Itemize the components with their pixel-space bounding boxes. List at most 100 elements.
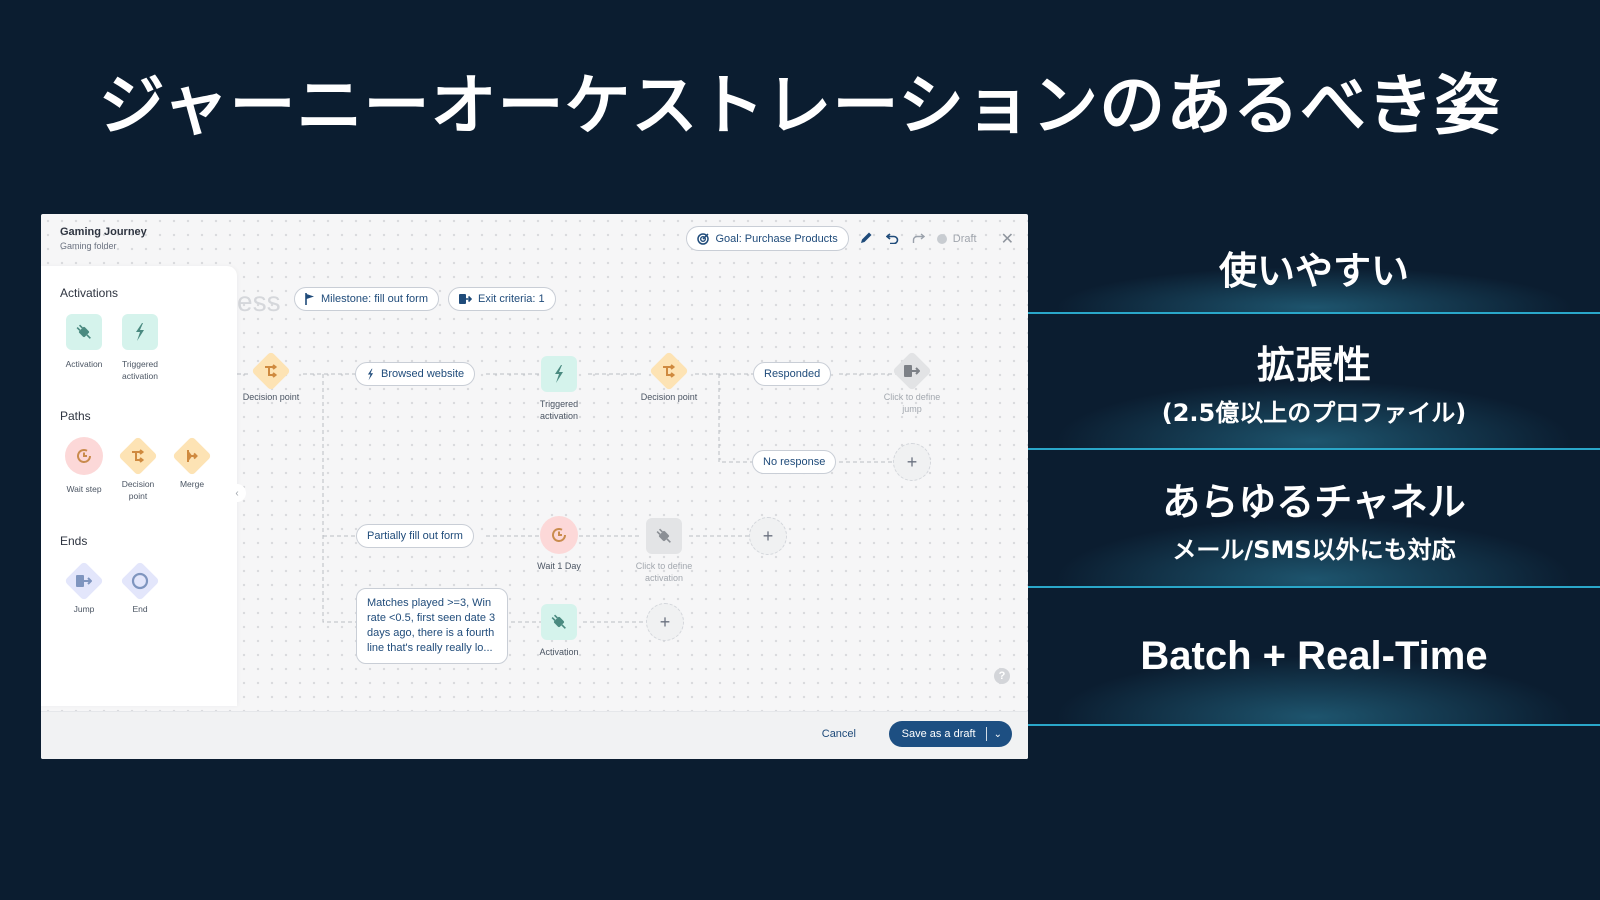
exit-criteria-label: Exit criteria: 1 [478,293,545,305]
top-toolbar: Goal: Purchase Products Draft ✕ [686,226,1014,251]
save-draft-button[interactable]: Save as a draft [889,728,986,740]
circle-icon [120,561,160,601]
cancel-button[interactable]: Cancel [822,728,856,740]
palette-section-activations: Activations Activation Triggered activat… [60,286,164,382]
footer-bar: Cancel Save as a draft ⌄ [41,711,1028,759]
palette-label: Triggered activation [121,359,159,381]
node-label: Click to define activation [635,561,693,583]
node-label: Decision point [640,392,698,402]
redo-icon[interactable] [911,231,927,247]
branch-label: Matches played >=3, Win rate <0.5, first… [367,597,496,654]
jump-placeholder-node[interactable]: Click to define jump [877,351,947,415]
feature-item: 拡張性 (2.5億以上のプロファイル) [1028,314,1600,450]
flag-icon [305,293,315,305]
status-label: Draft [952,232,977,245]
branch-no-response[interactable]: No response [752,450,837,474]
slide-title: ジャーニーオーケストレーションのあるべき姿 [98,67,1502,144]
split-arrow-icon [649,351,689,391]
milestone-button[interactable]: Milestone: fill out form [294,287,439,311]
feature-title: 拡張性 [1256,343,1371,387]
feature-item: あらゆるチャネル メール/SMS以外にも対応 [1028,450,1600,588]
node-label: Click to define jump [883,392,941,414]
lightning-icon [366,368,375,381]
feature-item: 使いやすい [1028,222,1600,314]
feature-title: あらゆるチャネル [1162,480,1466,524]
journey-header: Gaming Journey Gaming folder [60,226,147,251]
exit-criteria-button[interactable]: Exit criteria: 1 [448,287,556,311]
folder-name: Gaming folder [60,241,117,251]
branch-responded[interactable]: Responded [753,362,832,386]
branch-partially-fill-form[interactable]: Partially fill out form [356,524,474,548]
add-node-plus-icon[interactable]: + [749,517,787,555]
node-palette: Activations Activation Triggered activat… [41,266,237,706]
clock-icon [65,437,103,475]
triggered-activation-node[interactable]: Triggered activation [529,356,589,422]
exit-door-icon [64,561,104,601]
palette-item-wait-step[interactable]: Wait step [60,437,108,502]
feature-subtitle: (2.5億以上のプロファイル) [1161,399,1467,427]
branch-browsed-website[interactable]: Browsed website [355,362,476,386]
wait-step-node[interactable]: Wait 1 Day [529,516,589,572]
palette-item-activation[interactable]: Activation [60,314,108,382]
palette-heading: Ends [60,534,88,548]
journey-name: Gaming Journey [60,226,147,238]
branch-label: Responded [764,368,821,380]
feature-title: Batch + Real-Time [1140,633,1488,678]
palette-item-jump[interactable]: Jump [60,561,108,615]
palette-section-ends: Ends Jump End [60,534,164,615]
palette-item-end[interactable]: End [116,561,164,615]
add-node-plus-icon[interactable]: + [893,443,931,481]
split-arrow-icon [118,436,158,476]
palette-label: Jump [73,604,95,614]
palette-label: Wait step [66,484,102,494]
palette-label: Merge [179,479,205,489]
status-dot-icon [936,233,947,244]
target-icon [697,232,710,245]
undo-icon[interactable] [885,231,901,247]
palette-item-triggered-activation[interactable]: Triggered activation [116,314,164,382]
branch-condition-box[interactable]: Matches played >=3, Win rate <0.5, first… [356,588,508,664]
branch-label: Partially fill out form [367,530,463,542]
close-icon[interactable]: ✕ [1001,229,1014,249]
goal-label: Goal: Purchase Products [715,232,838,245]
node-label: Triggered activation [539,399,579,421]
decision-point-node[interactable]: Decision point [637,351,701,403]
activation-placeholder-node[interactable]: Click to define activation [624,518,704,584]
split-arrow-icon [251,351,291,391]
feature-list: 使いやすい 拡張性 (2.5億以上のプロファイル) あらゆるチャネル メール/S… [1028,222,1600,726]
palette-label: Activation [65,359,103,369]
connector [322,374,363,623]
edit-pencil-icon[interactable] [859,231,875,247]
node-label: Wait 1 Day [537,561,581,571]
button-divider [985,727,987,741]
add-node-plus-icon[interactable]: + [646,603,684,641]
palette-label: End [132,604,148,614]
palette-item-merge[interactable]: Merge [168,436,216,502]
plug-icon [646,518,682,554]
decision-point-node[interactable]: Decision point [241,351,301,403]
feature-item: Batch + Real-Time [1028,588,1600,726]
palette-section-paths: Paths Wait step Decision point Merge [60,409,216,502]
collapse-palette-chevron-icon[interactable]: ‹ [228,484,246,502]
help-question-icon[interactable]: ? [994,668,1010,684]
node-label: Activation [539,647,579,657]
journey-builder-window: ess Milestone: fill out form Exit criter… [41,214,1028,759]
chevron-down-icon[interactable]: ⌄ [987,729,1012,740]
lightning-icon [122,314,158,350]
palette-item-decision-point[interactable]: Decision point [114,436,162,502]
exit-door-icon [459,293,472,305]
milestone-label: Milestone: fill out form [321,293,428,305]
merge-icon [172,436,212,476]
plug-icon [66,314,102,350]
journey-title-faded: ess [237,286,281,317]
save-draft-split-button: Save as a draft ⌄ [888,721,1012,747]
branch-label: No response [763,456,826,468]
activation-node[interactable]: Activation [529,604,589,658]
clock-icon [540,516,578,554]
feature-subtitle: メール/SMS以外にも対応 [1172,536,1456,564]
branch-label: Browsed website [381,368,465,380]
palette-heading: Paths [60,409,91,423]
goal-button[interactable]: Goal: Purchase Products [686,226,849,251]
feature-title: 使いやすい [1218,248,1409,293]
node-label: Decision point [242,392,300,402]
